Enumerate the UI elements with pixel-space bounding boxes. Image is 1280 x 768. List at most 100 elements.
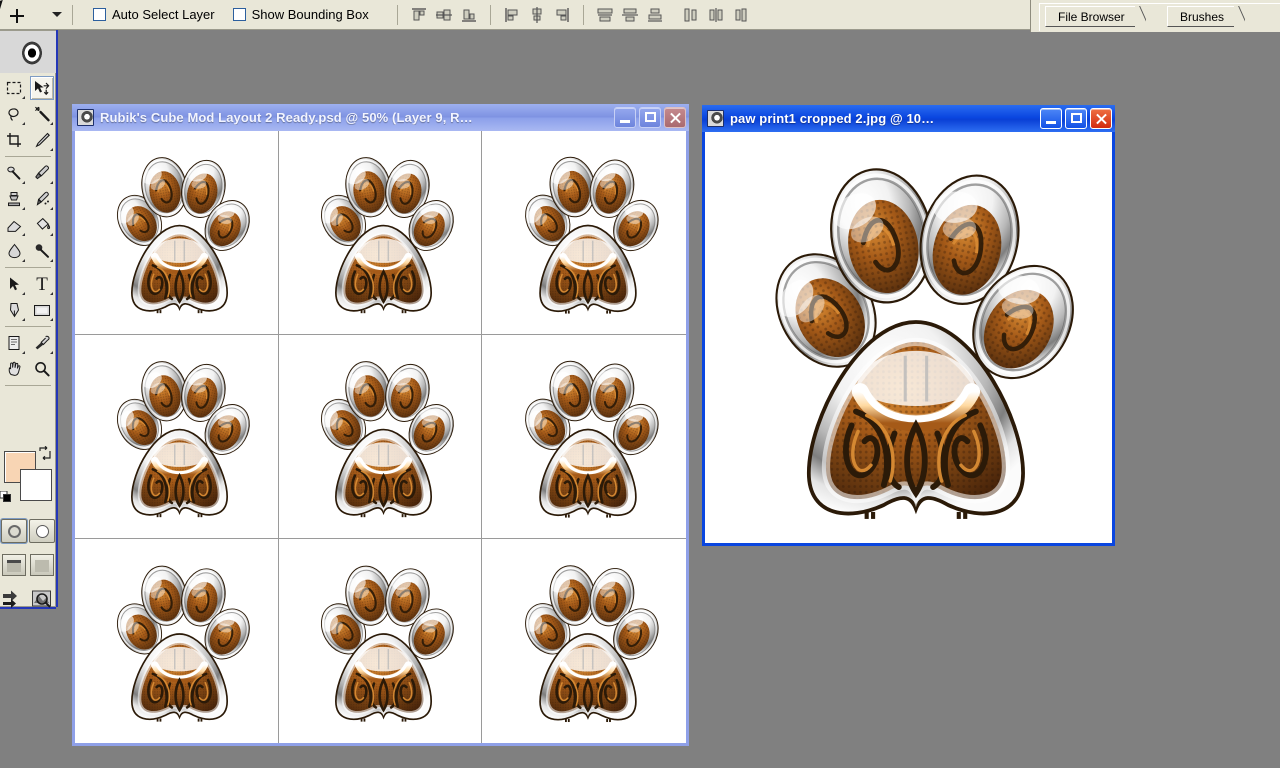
document-window-rubiks-layout[interactable]: Rubik's Cube Mod Layout 2 Ready.psd @ 50… — [72, 104, 689, 746]
paw-print-cell — [279, 539, 483, 743]
tool-flyout-corner-icon[interactable] — [50, 259, 53, 262]
tool-flyout-corner-icon[interactable] — [50, 292, 53, 295]
paint-bucket-tool[interactable] — [28, 212, 56, 238]
document-window-paw-print1[interactable]: paw print1 cropped 2.jpg @ 10… — [702, 105, 1115, 546]
distribute-vertical-centers-button[interactable] — [619, 4, 641, 26]
dodge-tool[interactable] — [28, 238, 56, 264]
ornate-paw-print-artwork — [295, 549, 465, 733]
tool-flyout-corner-icon[interactable] — [22, 292, 25, 295]
paw-print-cell — [75, 335, 279, 539]
show-bounding-box-checkbox[interactable]: Show Bounding Box — [232, 7, 369, 22]
eraser-tool[interactable] — [0, 212, 28, 238]
ornate-paw-print-artwork — [91, 345, 261, 528]
distribute-left-edges-button[interactable] — [680, 4, 702, 26]
brush-tool[interactable] — [28, 160, 56, 186]
zoom-tool[interactable] — [28, 356, 56, 382]
minimize-button[interactable] — [1040, 108, 1062, 129]
close-button[interactable] — [664, 107, 686, 128]
notes-tool[interactable] — [0, 330, 28, 356]
paw-print-cell — [278, 335, 483, 539]
jump-to-imageready-button[interactable] — [0, 585, 28, 613]
auto-select-layer-checkbox[interactable]: Auto Select Layer — [93, 7, 215, 22]
palette-tab-file-browser[interactable]: File Browser — [1045, 6, 1135, 27]
align-bottom-edges-button[interactable] — [458, 4, 480, 26]
tool-flyout-corner-icon[interactable] — [22, 181, 25, 184]
tool-flyout-corner-icon[interactable] — [22, 318, 25, 321]
maximize-button[interactable] — [639, 107, 661, 128]
align-vertical-centers-button[interactable] — [433, 4, 455, 26]
lasso-tool[interactable] — [0, 101, 28, 127]
active-tool-well[interactable] — [0, 0, 46, 30]
paw-print-grid — [75, 131, 686, 743]
swap-colors-icon[interactable] — [38, 445, 52, 461]
type-t-icon[interactable]: T — [36, 275, 48, 294]
document-title-bar[interactable]: paw print1 cropped 2.jpg @ 10… — [702, 105, 1115, 132]
palette-tab-file-browser-label: File Browser — [1058, 9, 1125, 24]
standard-mode-button[interactable] — [1, 519, 27, 543]
palette-well-dock: File Browser Brushes — [1030, 0, 1280, 32]
standard-mode-icon — [7, 524, 21, 538]
default-colors-icon[interactable] — [0, 489, 11, 502]
type-tool[interactable]: T — [28, 271, 56, 297]
tab-slant-edge — [1233, 6, 1245, 28]
full-screen-mode-button[interactable] — [30, 554, 54, 576]
tool-flyout-corner-icon[interactable] — [22, 233, 25, 236]
quick-mask-icon — [35, 524, 49, 538]
tool-flyout-corner-icon[interactable] — [50, 318, 53, 321]
tool-flyout-corner-icon[interactable] — [22, 259, 25, 262]
tool-flyout-corner-icon[interactable] — [50, 233, 53, 236]
distribute-horizontal-centers-button[interactable] — [705, 4, 727, 26]
minimize-button[interactable] — [614, 107, 636, 128]
tool-flyout-corner-icon[interactable] — [50, 148, 53, 151]
tool-flyout-corner-icon[interactable] — [50, 207, 53, 210]
slice-tool[interactable] — [28, 127, 56, 153]
tool-flyout-corner-icon[interactable] — [50, 351, 53, 354]
tool-flyout-corner-icon[interactable] — [50, 181, 53, 184]
tool-flyout-corner-icon[interactable] — [22, 351, 25, 354]
align-left-edges-button[interactable] — [501, 4, 523, 26]
chevron-down-icon[interactable] — [52, 12, 62, 17]
move-tool[interactable] — [28, 75, 56, 101]
tool-flyout-corner-icon[interactable] — [22, 96, 25, 99]
align-horizontal-group — [501, 4, 573, 26]
maximize-button[interactable] — [1065, 108, 1087, 129]
distribute-bottom-edges-button[interactable] — [644, 4, 666, 26]
ornate-paw-print-artwork — [499, 141, 670, 324]
pen-tool[interactable] — [0, 297, 28, 323]
tool-flyout-corner-icon[interactable] — [22, 122, 25, 125]
palette-tab-brushes[interactable]: Brushes — [1167, 6, 1235, 27]
distribute-top-edges-button[interactable] — [594, 4, 616, 26]
tool-flyout-corner-icon[interactable] — [50, 122, 53, 125]
distribute-right-edges-button[interactable] — [730, 4, 752, 26]
clone-stamp-tool[interactable] — [0, 186, 28, 212]
healing-brush-tool[interactable] — [0, 160, 28, 186]
align-right-edges-button[interactable] — [551, 4, 573, 26]
marquee-tool[interactable] — [0, 75, 28, 101]
history-brush-tool[interactable] — [28, 186, 56, 212]
background-color-swatch[interactable] — [20, 469, 52, 501]
toolbox-separator — [5, 326, 51, 327]
close-button[interactable] — [1090, 108, 1112, 129]
align-top-edges-button[interactable] — [408, 4, 430, 26]
quick-mask-mode-button[interactable] — [29, 519, 55, 543]
document-canvas[interactable] — [75, 131, 686, 743]
tool-row — [0, 75, 56, 101]
auto-select-layer-label: Auto Select Layer — [112, 7, 215, 22]
hand-tool[interactable] — [0, 356, 28, 382]
show-bounding-box-box[interactable] — [232, 8, 246, 21]
magic-wand-tool[interactable] — [28, 101, 56, 127]
tool-flyout-corner-icon[interactable] — [22, 207, 25, 210]
jump-to-preview-button[interactable] — [28, 585, 56, 613]
move-tool-icon[interactable] — [0, 0, 28, 26]
document-canvas[interactable] — [705, 132, 1112, 543]
document-title-bar[interactable]: Rubik's Cube Mod Layout 2 Ready.psd @ 50… — [72, 104, 689, 131]
auto-select-layer-box[interactable] — [93, 8, 106, 21]
tool-row — [0, 101, 56, 127]
crop-tool[interactable] — [0, 127, 28, 153]
shape-tool[interactable] — [28, 297, 56, 323]
align-horizontal-centers-button[interactable] — [526, 4, 548, 26]
path-selection-tool[interactable] — [0, 271, 28, 297]
eyedropper-tool[interactable] — [28, 330, 56, 356]
blur-tool[interactable] — [0, 238, 28, 264]
standard-screen-mode-button[interactable] — [2, 554, 26, 576]
